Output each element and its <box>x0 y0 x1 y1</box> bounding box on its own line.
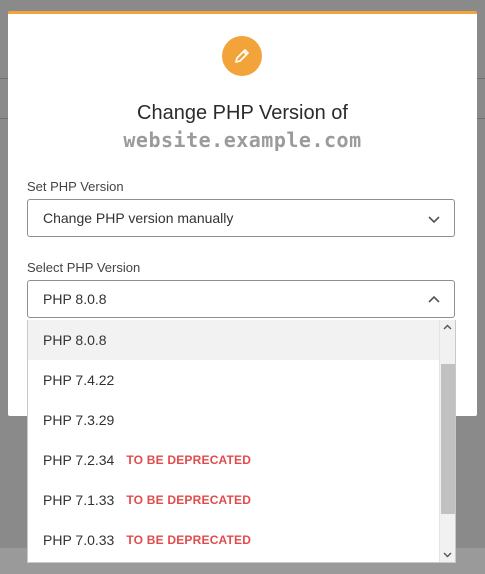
pencil-icon <box>235 49 249 63</box>
set-php-label: Set PHP Version <box>27 179 124 194</box>
set-php-select[interactable]: Change PHP version manually <box>27 199 455 237</box>
option-label: PHP 8.0.8 <box>43 332 107 348</box>
scroll-up-icon[interactable] <box>440 320 455 334</box>
php-option[interactable]: PHP 7.3.29 <box>28 400 440 440</box>
chevron-up-icon <box>428 295 440 303</box>
option-label: PHP 7.4.22 <box>43 372 115 388</box>
php-option[interactable]: PHP 7.1.33 TO BE DEPRECATED <box>28 480 440 520</box>
option-label: PHP 7.1.33 <box>43 492 115 508</box>
website-domain: website.example.com <box>123 128 362 152</box>
set-php-value: Change PHP version manually <box>43 210 234 226</box>
deprecated-badge: TO BE DEPRECATED <box>126 533 252 547</box>
php-option[interactable]: PHP 8.0.8 <box>28 320 440 360</box>
php-option[interactable]: PHP 7.4.22 <box>28 360 440 400</box>
dropdown-scrollbar[interactable] <box>439 320 455 562</box>
php-option[interactable]: PHP 7.0.33 TO BE DEPRECATED <box>28 520 440 560</box>
scroll-down-icon[interactable] <box>440 548 455 562</box>
deprecated-badge: TO BE DEPRECATED <box>126 493 252 507</box>
php-version-dropdown: PHP 8.0.8 PHP 7.4.22 PHP 7.3.29 PHP 7.2.… <box>27 320 456 563</box>
scrollbar-thumb[interactable] <box>441 364 455 514</box>
select-php-label: Select PHP Version <box>27 260 141 275</box>
edit-badge <box>222 36 262 76</box>
modal-title: Change PHP Version of <box>137 102 348 124</box>
option-label: PHP 7.3.29 <box>43 412 115 428</box>
option-label: PHP 7.0.33 <box>43 532 115 548</box>
select-php-value: PHP 8.0.8 <box>43 291 107 307</box>
php-option[interactable]: PHP 7.2.34 TO BE DEPRECATED <box>28 440 440 480</box>
select-php-select[interactable]: PHP 8.0.8 <box>27 280 455 318</box>
option-label: PHP 7.2.34 <box>43 452 115 468</box>
deprecated-badge: TO BE DEPRECATED <box>126 453 252 467</box>
chevron-down-icon <box>428 216 440 224</box>
